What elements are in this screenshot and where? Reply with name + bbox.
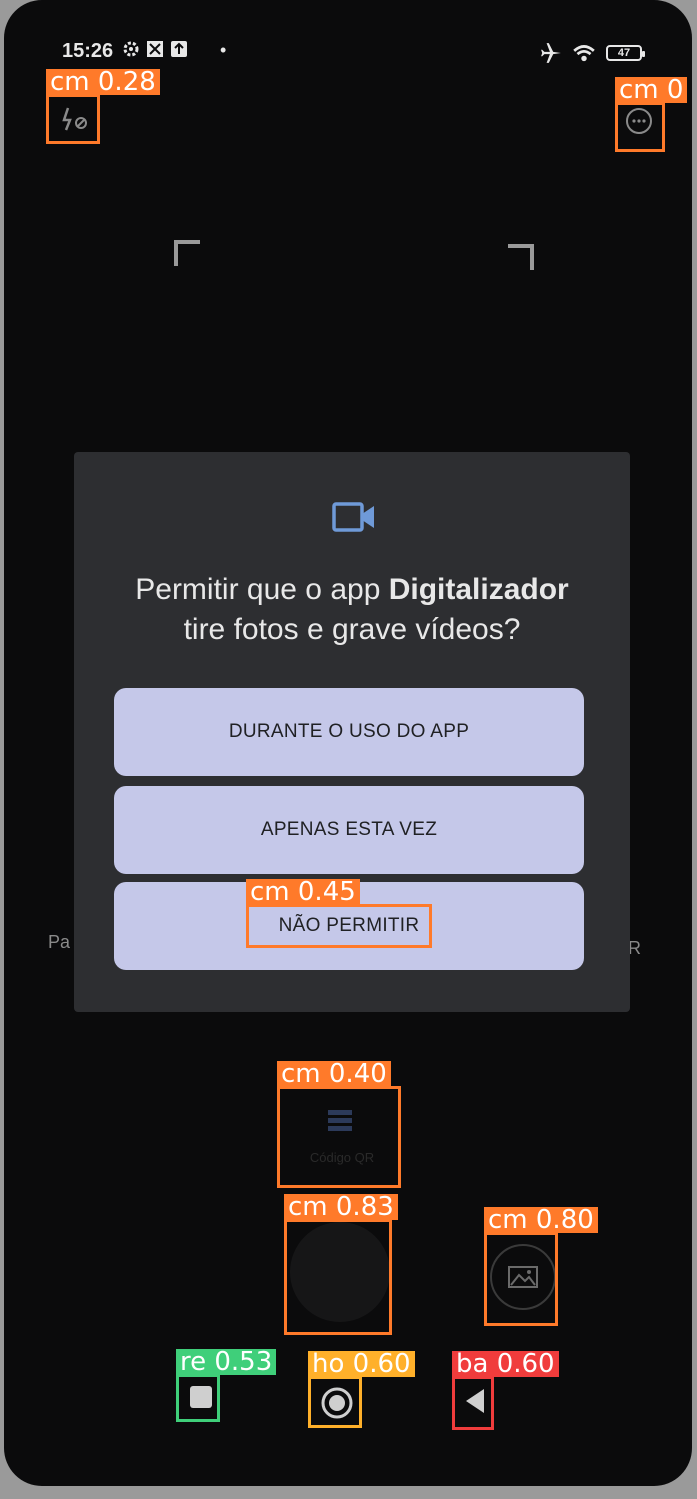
wifi-icon: [573, 45, 595, 62]
status-dot: •: [220, 40, 227, 60]
detection-label: cm 0.45: [246, 879, 360, 905]
battery-level: 47: [617, 47, 631, 59]
scan-frame-corner-top-right: [508, 244, 534, 270]
detection-label: ba 0.60: [452, 1351, 559, 1377]
detection-box-back: ba 0.60: [452, 1351, 559, 1430]
detection-box-flash: cm 0.28: [46, 69, 160, 144]
scan-frame-corner-top-left: [174, 240, 200, 266]
upload-icon: [171, 41, 187, 57]
detection-box-gallery: cm 0.80: [484, 1207, 598, 1326]
video-camera-icon: [332, 502, 374, 532]
detection-label: ho 0.60: [308, 1351, 415, 1377]
dialog-title-suffix: tire fotos e grave vídeos?: [183, 613, 521, 646]
detection-box-shutter: cm 0.83: [284, 1194, 398, 1335]
detection-box-more: cm 0: [615, 77, 688, 152]
phone-frame: 15:26 • 47 Pa QR: [4, 0, 692, 1486]
allow-while-using-button[interactable]: DURANTE O USO DO APP: [114, 688, 584, 776]
detection-box-deny: cm 0.45: [246, 879, 432, 948]
detection-label: cm 0.28: [46, 69, 160, 95]
detection-label: re 0.53: [176, 1349, 277, 1375]
detection-label: cm 0.40: [277, 1061, 391, 1087]
detection-box-recents: re 0.53: [176, 1349, 277, 1422]
detection-label: cm 0.80: [484, 1207, 598, 1233]
camera-screen: 15:26 • 47 Pa QR: [4, 0, 692, 1486]
battery-icon: 47: [606, 45, 645, 61]
dialog-title: Permitir que o app Digitalizador tire fo…: [94, 570, 610, 650]
airplane-icon: [541, 43, 561, 63]
detection-box-home: ho 0.60: [308, 1351, 415, 1428]
gear-icon: [123, 41, 139, 57]
detection-box-qr: cm 0.40: [277, 1061, 401, 1188]
dialog-app-name: Digitalizador: [388, 573, 569, 606]
mode-label-left[interactable]: Pa: [48, 932, 70, 953]
app-notification-icon: [147, 41, 163, 57]
status-time: 15:26: [62, 40, 114, 62]
dialog-title-prefix: Permitir que o app: [135, 573, 389, 606]
status-icons-right: 47: [540, 42, 645, 64]
status-icons-left: [122, 40, 188, 58]
detection-label: cm 0: [615, 77, 688, 103]
detection-label: cm 0.83: [284, 1194, 398, 1220]
allow-once-button[interactable]: APENAS ESTA VEZ: [114, 786, 584, 874]
